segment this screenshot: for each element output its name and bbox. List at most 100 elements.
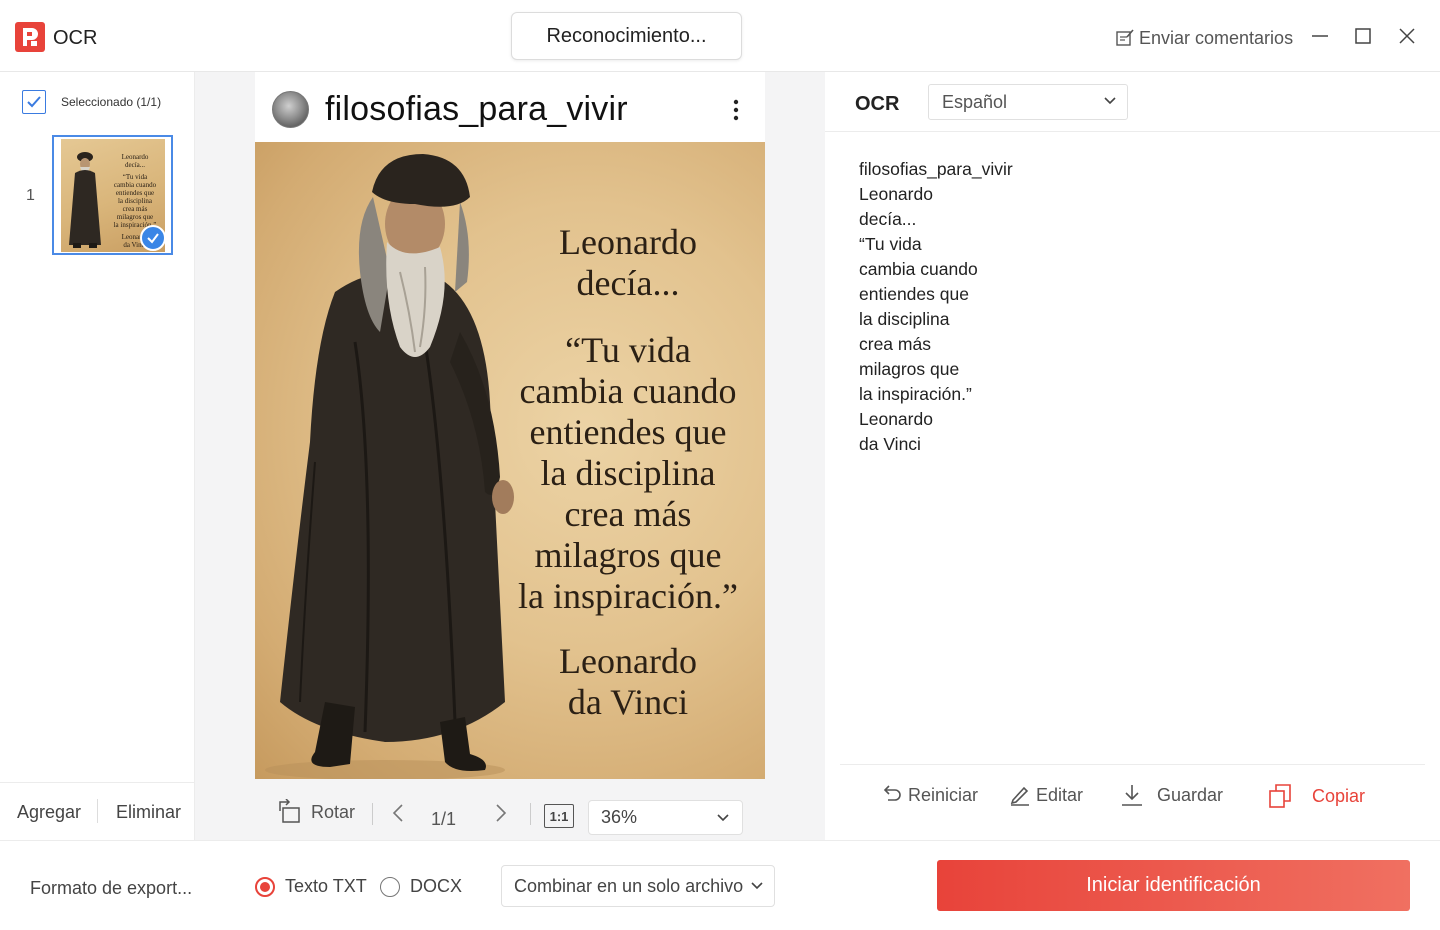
format-docx-label: DOCX <box>410 876 463 896</box>
ocr-label: OCR <box>855 93 900 115</box>
divider <box>372 803 373 825</box>
merge-select[interactable]: Combinar en un solo archivo <box>501 865 775 907</box>
format-docx-radio[interactable]: DOCX <box>380 876 462 897</box>
format-txt-radio[interactable]: Texto TXT <box>255 876 367 897</box>
close-icon[interactable] <box>1395 24 1419 48</box>
ocr-line: cambia cuando <box>859 259 978 279</box>
ocr-panel-header: OCR Español <box>825 72 1440 132</box>
ocr-result-panel: OCR Español filosofias_para_vivir Leonar… <box>825 72 1440 840</box>
rotate-label: Rotar <box>311 801 356 822</box>
start-identification-button[interactable]: Iniciar identificación <box>937 860 1410 911</box>
ocr-line: filosofias_para_vivir <box>859 159 1013 179</box>
edit-button[interactable]: Editar <box>1008 783 1083 807</box>
title-bar: OCR Reconocimiento... Enviar comentarios <box>0 0 1440 72</box>
prev-page-icon[interactable] <box>392 803 404 823</box>
quote-line: Leonardo <box>559 222 697 262</box>
divider <box>97 799 98 823</box>
next-page-icon[interactable] <box>495 803 507 823</box>
ocr-line: crea más <box>859 334 931 354</box>
sidebar-actions: Agregar Eliminar <box>0 782 195 840</box>
quote-line: “Tu vida <box>565 330 691 370</box>
page-indicator: 1/1 <box>431 809 457 829</box>
preview-toolbar: Rotar 1/1 1:1 36% <box>195 779 825 840</box>
chevron-down-icon <box>1104 97 1116 105</box>
app-logo-icon <box>15 22 45 52</box>
radio-selected-icon <box>255 876 275 897</box>
chevron-down-icon <box>751 882 763 890</box>
ocr-line: entiendes que <box>859 284 969 304</box>
thumbnail-figure-graphic <box>69 152 101 248</box>
thumbnail-selected-check-icon <box>140 225 166 251</box>
instagram-post: filosofias_para_vivir Leonardo decía... … <box>255 72 765 779</box>
reset-button[interactable]: Reiniciar <box>880 783 978 807</box>
post-username: filosofias_para_vivir <box>325 90 628 128</box>
post-header: filosofias_para_vivir <box>255 72 765 142</box>
quote-line: cambia cuando <box>519 371 737 411</box>
quote-line: crea más <box>564 494 692 534</box>
ocr-line: la inspiración.” <box>859 384 972 404</box>
format-txt-label: Texto TXT <box>285 876 367 896</box>
ocr-line: Leonardo <box>859 409 933 429</box>
quote-line: decía... <box>576 263 680 303</box>
merge-value: Combinar en un solo archivo <box>514 875 744 896</box>
preview-area: filosofias_para_vivir Leonardo decía... … <box>195 72 825 840</box>
quote-line: Leonardo <box>559 641 697 681</box>
ocr-result-text[interactable]: filosofias_para_vivir Leonardo decía... … <box>859 157 1013 457</box>
add-button[interactable]: Agregar <box>17 802 81 823</box>
check-icon <box>27 96 41 108</box>
copy-button[interactable]: Copiar <box>1268 783 1365 809</box>
page-sidebar: Seleccionado (1/1) 1 Leonardo decía... “… <box>0 72 195 840</box>
radio-empty-icon <box>380 876 400 897</box>
quote-line: milagros que <box>534 535 722 575</box>
quote-line: da Vinci <box>567 682 689 722</box>
maximize-icon[interactable] <box>1351 24 1375 48</box>
zoom-select[interactable]: 36% <box>588 800 743 835</box>
ocr-line: da Vinci <box>859 434 921 454</box>
quote-line: la disciplina <box>540 453 716 493</box>
ocr-line: milagros que <box>859 359 960 379</box>
quote-line: entiendes que <box>529 412 727 452</box>
divider <box>530 803 531 825</box>
page-thumbnail[interactable]: Leonardo decía... “Tu vida cambia cuando… <box>52 135 173 255</box>
save-button[interactable]: Guardar <box>1120 783 1223 807</box>
export-format-label: Formato de export... <box>30 878 193 898</box>
zoom-value: 36% <box>601 807 638 827</box>
ocr-actions: Reiniciar Editar Guardar Copiar <box>840 764 1425 840</box>
chevron-down-icon <box>717 814 729 822</box>
reset-label: Reiniciar <box>908 784 979 805</box>
undo-icon <box>883 785 901 801</box>
post-quote: Leonardo decía... “Tu vida cambia cuando… <box>505 222 751 723</box>
avatar <box>272 91 309 128</box>
copy-label: Copiar <box>1312 785 1366 806</box>
delete-button[interactable]: Eliminar <box>116 802 181 823</box>
rotate-button[interactable]: Rotar <box>277 799 355 825</box>
ocr-window: OCR Reconocimiento... Enviar comentarios… <box>0 0 1440 930</box>
recognition-button[interactable]: Reconocimiento... <box>511 12 742 60</box>
ocr-line: “Tu vida <box>859 234 922 254</box>
minimize-icon[interactable] <box>1308 24 1332 48</box>
ocr-line: Leonardo <box>859 184 933 204</box>
actual-size-button[interactable]: 1:1 <box>544 804 574 828</box>
feedback-icon <box>1116 29 1134 46</box>
edit-label: Editar <box>1036 784 1084 805</box>
language-select[interactable]: Español <box>928 84 1128 120</box>
pencil-icon <box>1010 786 1029 806</box>
download-icon <box>1122 785 1142 806</box>
quote-line: la inspiración.” <box>518 576 738 616</box>
leonardo-figure-illustration <box>265 154 514 779</box>
select-all-row[interactable]: Seleccionado (1/1) <box>22 90 161 114</box>
select-all-checkbox[interactable] <box>22 90 46 114</box>
page-number: 1 <box>26 187 35 204</box>
more-options-icon <box>733 99 739 121</box>
rotate-icon <box>279 799 300 823</box>
ocr-line: decía... <box>859 209 917 229</box>
post-image: Leonardo decía... “Tu vida cambia cuando… <box>255 142 765 779</box>
feedback-link[interactable]: Enviar comentarios <box>1115 26 1293 50</box>
save-label: Guardar <box>1157 784 1224 805</box>
selected-count-label: Seleccionado (1/1) <box>61 95 162 109</box>
bottom-bar: Formato de export... Texto TXT DOCX Comb… <box>0 840 1440 930</box>
feedback-label: Enviar comentarios <box>1139 27 1294 48</box>
ocr-line: la disciplina <box>859 309 950 329</box>
app-title: OCR <box>53 27 98 49</box>
language-value: Español <box>942 91 1008 112</box>
